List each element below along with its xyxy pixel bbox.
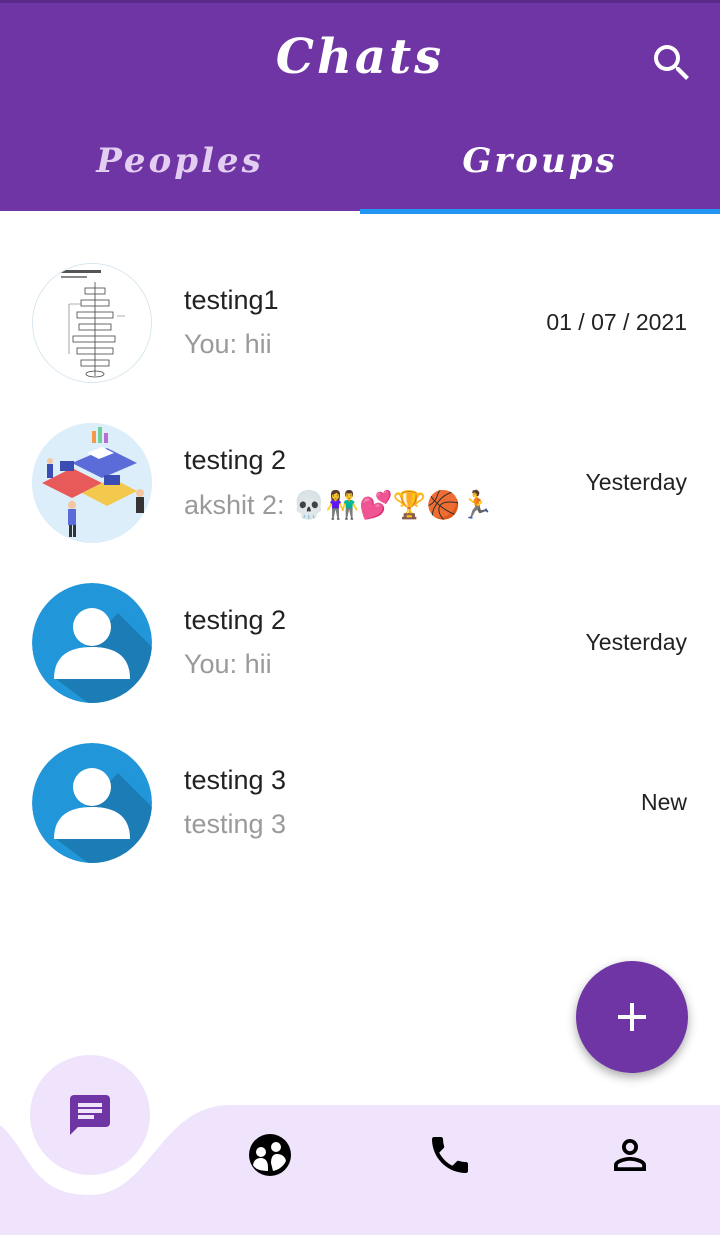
tab-peoples[interactable]: Peoples [0,141,360,181]
nav-calls-button[interactable] [426,1131,474,1179]
default-user-avatar [32,743,152,863]
nav-chats-button[interactable] [30,1055,150,1175]
avatar [32,423,152,543]
person-icon [614,1139,646,1171]
list-item[interactable]: testing 2 akshit 2: 💀👫💕🏆🏀🏃 Yesterday [0,371,720,543]
avatar [32,743,152,863]
chat-name: testing 3 [184,765,287,795]
avatar [32,263,152,383]
chat-date: Yesterday [585,469,687,495]
tab-groups[interactable]: Groups [360,141,720,181]
chat-name: testing 2 [184,445,287,475]
chat-date: 01 / 07 / 2021 [546,309,687,335]
groups-icon [249,1134,291,1176]
page-title: Chats [275,29,445,85]
list-item[interactable]: testing1 You: hii 01 / 07 / 2021 [0,211,720,383]
search-button[interactable] [648,39,696,87]
app-bar: Chats Peoples Groups [0,0,720,214]
chat-name: testing 2 [184,605,287,635]
chat-icon [70,1095,110,1135]
list-item[interactable]: testing 3 testing 3 New [0,691,720,863]
last-message: akshit 2: 💀👫💕🏆🏀🏃 [184,490,494,520]
search-icon [654,45,689,80]
chat-name: testing1 [184,285,279,315]
nav-profile-button[interactable] [606,1131,654,1179]
last-message: You: hii [184,329,272,359]
nav-groups-button[interactable] [246,1131,294,1179]
chat-date: Yesterday [585,629,687,655]
office-illustration-image [32,423,152,543]
phone-icon [432,1137,468,1173]
last-message: testing 3 [184,809,287,839]
default-user-avatar [32,583,152,703]
list-item[interactable]: testing 2 You: hii Yesterday [0,531,720,703]
avatar [32,583,152,703]
flowchart-image [33,264,151,382]
chat-date: New [640,789,687,815]
last-message: You: hii [184,649,272,679]
